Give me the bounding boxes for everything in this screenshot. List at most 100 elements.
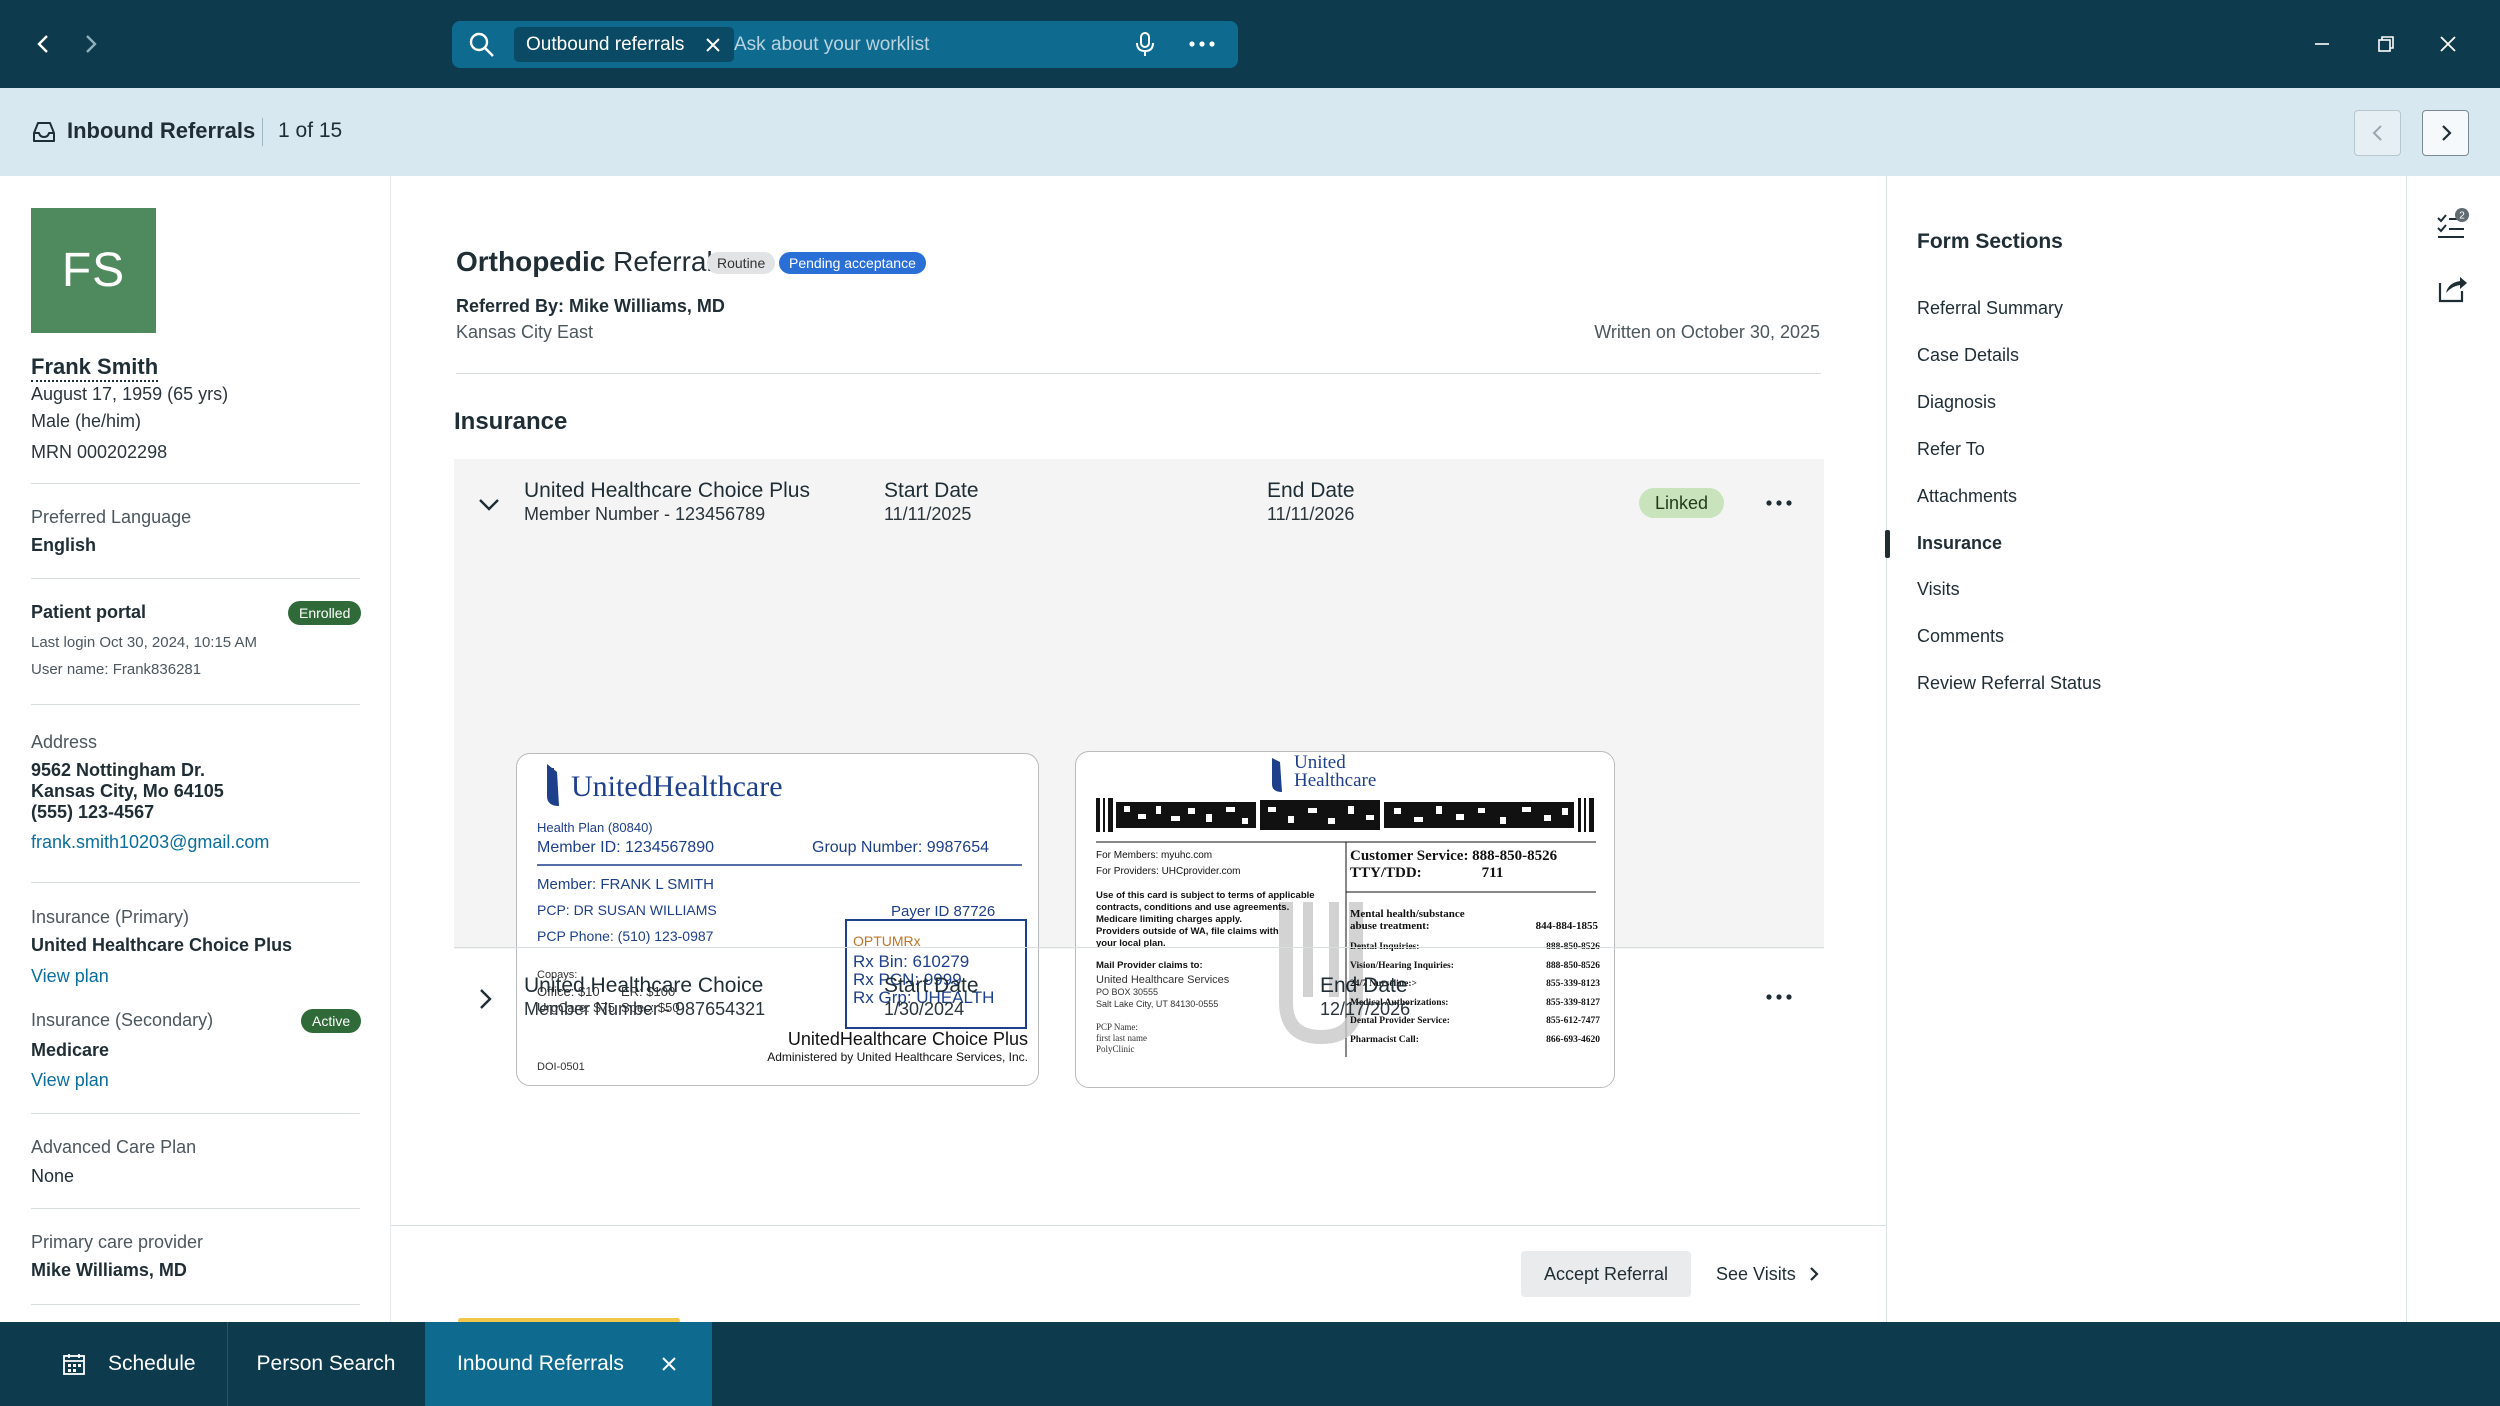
card-pcp: PCP: DR SUSAN WILLIAMS xyxy=(537,902,717,918)
taskbar-item-label: Inbound Referrals xyxy=(457,1352,624,1375)
plan-name: United Healthcare Choice Plus xyxy=(524,479,810,502)
language-label: Preferred Language xyxy=(31,507,192,527)
card-back-brand: United Healthcare xyxy=(1294,752,1377,791)
insurance-plan-collapsed[interactable]: United Healthcare Choice Member Number -… xyxy=(454,948,1824,1058)
search-bar[interactable]: Outbound referrals xyxy=(452,21,1238,68)
close-icon[interactable] xyxy=(702,34,724,56)
chevron-left-icon xyxy=(37,35,48,53)
written-date: Written on October 30, 2025 xyxy=(1594,322,1820,342)
tasks-button[interactable]: 2 xyxy=(2432,206,2472,246)
end-date-label: End Date xyxy=(1267,479,1355,502)
card-member-id: Member ID: 1234567890 xyxy=(537,839,714,856)
more-options-icon[interactable] xyxy=(1761,982,1797,1012)
secondary-insurance-value: Medicare xyxy=(31,1040,110,1060)
header-divider xyxy=(262,118,263,146)
forward-button[interactable] xyxy=(72,26,108,62)
taskbar-item-schedule[interactable]: Schedule xyxy=(0,1322,226,1406)
card-mh-label: Mental health/substance abuse treatment: xyxy=(1350,908,1465,932)
top-bar: Outbound referrals xyxy=(0,0,2500,88)
share-button[interactable] xyxy=(2432,269,2472,309)
card-disclaimer: Use of this card is subject to terms of … xyxy=(1096,890,1315,949)
acp-label: Advanced Care Plan xyxy=(31,1137,197,1157)
barcode-graphic xyxy=(1096,798,1596,832)
card-customer-service: Customer Service: 888-850-8526 xyxy=(1350,848,1558,864)
section-link-insurance[interactable]: Insurance xyxy=(1917,533,2002,554)
card-member: Member: FRANK L SMITH xyxy=(537,876,714,893)
patient-name[interactable]: Frank Smith xyxy=(31,354,159,382)
insurance-plan-expanded: United Healthcare Choice Plus Member Num… xyxy=(454,459,1824,1088)
more-options-icon[interactable] xyxy=(1761,488,1797,518)
divider xyxy=(31,578,360,579)
next-record-button[interactable] xyxy=(2422,110,2469,156)
patient-sidebar: FS Frank Smith August 17, 1959 (65 yrs) … xyxy=(0,176,390,1322)
card-doi: DOI-0501 xyxy=(537,1061,585,1073)
chevron-down-icon[interactable] xyxy=(474,489,504,519)
view-plan-link[interactable]: View plan xyxy=(31,1070,109,1091)
active-section-indicator xyxy=(1885,530,1890,558)
previous-record-button[interactable] xyxy=(2354,110,2401,156)
accept-referral-button[interactable]: Accept Referral xyxy=(1521,1251,1691,1297)
taskbar: Schedule Person Search Inbound Referrals xyxy=(0,1322,2500,1406)
page-title: Inbound Referrals xyxy=(67,118,256,143)
see-visits-button[interactable]: See Visits xyxy=(1716,1251,1822,1297)
record-counter: 1 of 15 xyxy=(278,119,343,142)
divider xyxy=(31,882,360,883)
section-link-diagnosis[interactable]: Diagnosis xyxy=(1917,392,1996,413)
pcp-label: Primary care provider xyxy=(31,1232,204,1252)
start-date: 11/11/2025 xyxy=(884,504,972,524)
member-number: Member Number - 123456789 xyxy=(524,504,766,524)
close-icon[interactable] xyxy=(660,1355,678,1373)
primary-insurance-label: Insurance (Primary) xyxy=(31,907,190,927)
back-button[interactable] xyxy=(26,26,62,62)
minimize-button[interactable] xyxy=(2302,24,2342,64)
card-payer-id: Payer ID 87726 xyxy=(891,903,996,920)
section-link-case-details[interactable]: Case Details xyxy=(1917,345,2019,366)
status-badge: Active xyxy=(301,1009,362,1033)
checklist-icon: 2 xyxy=(2437,208,2469,238)
patient-mrn: MRN 000202298 xyxy=(31,442,168,462)
section-link-review-referral-status[interactable]: Review Referral Status xyxy=(1917,673,2101,694)
start-date: 1/30/2024 xyxy=(884,999,965,1019)
plan-name: United Healthcare Choice xyxy=(524,974,764,997)
see-visits-label: See Visits xyxy=(1716,1263,1796,1284)
referral-detail: Orthopedic Referral Routine Pending acce… xyxy=(390,176,1887,1322)
section-link-visits[interactable]: Visits xyxy=(1917,579,1960,600)
search-input[interactable] xyxy=(734,29,1114,61)
taskbar-item-inbound-referrals[interactable]: Inbound Referrals xyxy=(425,1322,712,1406)
form-sections-title: Form Sections xyxy=(1917,230,2063,253)
divider xyxy=(31,704,360,705)
patient-dob: August 17, 1959 (65 yrs) xyxy=(31,384,229,404)
divider xyxy=(31,1113,360,1114)
chevron-right-icon xyxy=(2441,125,2452,141)
close-window-button[interactable] xyxy=(2428,24,2468,64)
section-link-comments[interactable]: Comments xyxy=(1917,626,2004,647)
taskbar-item-person-search[interactable]: Person Search xyxy=(228,1322,424,1406)
tasks-badge: 2 xyxy=(2459,211,2465,222)
filter-chip[interactable]: Outbound referrals xyxy=(514,27,735,62)
card-for-members: For Members: myuhc.com xyxy=(1096,850,1213,861)
worklist-header: Inbound Referrals 1 of 15 xyxy=(0,88,2500,176)
portal-username: User name: Frank836281 xyxy=(31,661,202,678)
chevron-right-icon xyxy=(1809,1267,1819,1281)
card-brand: UnitedHealthcare xyxy=(571,770,783,803)
patient-email-link[interactable]: frank.smith10203@gmail.com xyxy=(31,832,269,853)
patient-phone: (555) 123-4567 xyxy=(31,802,155,822)
start-date-label: Start Date xyxy=(884,479,979,502)
taskbar-item-label: Schedule xyxy=(108,1352,196,1375)
divider xyxy=(456,373,1821,374)
address-line1: 9562 Nottingham Dr. xyxy=(31,760,206,780)
more-options-icon[interactable] xyxy=(1182,29,1222,59)
restore-button[interactable] xyxy=(2366,24,2406,64)
member-number: Member Number - 987654321 xyxy=(524,999,766,1019)
microphone-icon[interactable] xyxy=(1130,29,1160,59)
card-for-providers: For Providers: UHCprovider.com xyxy=(1096,866,1241,877)
chevron-right-icon[interactable] xyxy=(470,984,500,1014)
action-rail: 2 xyxy=(2406,176,2500,1322)
card-mh-phone: 844-884-1855 xyxy=(1535,920,1598,932)
section-link-attachments[interactable]: Attachments xyxy=(1917,486,2017,507)
view-plan-link[interactable]: View plan xyxy=(31,966,109,987)
section-link-referral-summary[interactable]: Referral Summary xyxy=(1917,298,2063,319)
end-date: 12/17/2026 xyxy=(1320,999,1411,1019)
referral-location: Kansas City East xyxy=(456,322,594,342)
section-link-refer-to[interactable]: Refer To xyxy=(1917,439,1985,460)
